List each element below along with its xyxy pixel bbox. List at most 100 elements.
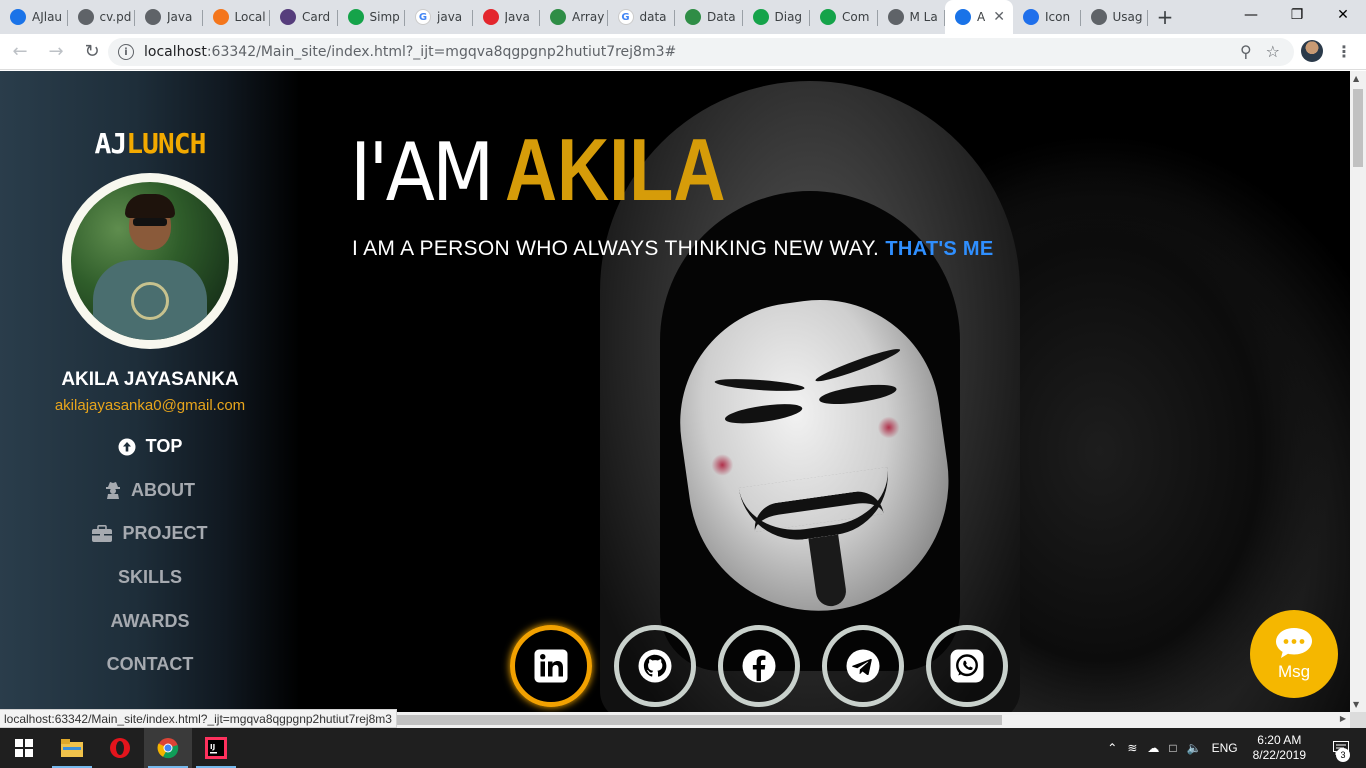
tab-label: Card xyxy=(302,10,331,24)
restore-icon[interactable]: ❐ xyxy=(1274,0,1320,30)
briefcase-icon xyxy=(92,525,113,543)
facebook-icon xyxy=(742,649,776,683)
battery-icon[interactable]: □ xyxy=(1169,741,1176,755)
nav-item-project[interactable]: PROJECT xyxy=(0,512,300,556)
browser-tab[interactable]: M La xyxy=(878,0,946,34)
status-url-bubble: localhost:63342/Main_site/index.html?_ij… xyxy=(0,709,397,728)
browser-tab[interactable]: Simp xyxy=(338,0,406,34)
action-center-icon[interactable]: 3 xyxy=(1321,728,1361,768)
whatsapp-button[interactable] xyxy=(926,625,1008,707)
browser-tab[interactable]: Local xyxy=(203,0,271,34)
language-indicator[interactable]: ENG xyxy=(1212,741,1238,755)
browser-tab[interactable]: Card xyxy=(270,0,338,34)
clock[interactable]: 6:20 AM 8/22/2019 xyxy=(1253,733,1306,763)
github-button[interactable] xyxy=(614,625,696,707)
bootstrap-icon xyxy=(280,9,296,25)
profile-avatar[interactable] xyxy=(1301,40,1323,62)
tab-label: AJlau xyxy=(32,10,63,24)
forward-icon[interactable]: → xyxy=(40,36,72,68)
google-icon: G xyxy=(415,9,431,25)
tab-label: Icon xyxy=(1045,10,1071,24)
url-path: :63342/Main_site/index.html?_ijt=mgqva8q… xyxy=(206,44,677,60)
zoom-icon[interactable]: ⚲ xyxy=(1240,42,1252,61)
nav-label: SKILLS xyxy=(117,567,182,588)
linkedin-button[interactable] xyxy=(510,625,592,707)
minimize-icon[interactable]: — xyxy=(1228,0,1274,30)
browser-tab[interactable]: cv.pd xyxy=(68,0,136,34)
browser-tab[interactable]: Gjava xyxy=(405,0,473,34)
scroll-right-icon[interactable]: ▶ xyxy=(1340,714,1346,723)
svg-text:IJ: IJ xyxy=(210,743,215,751)
profile-email[interactable]: akilajayasanka0@gmail.com xyxy=(0,397,300,414)
browser-tab[interactable]: Com xyxy=(810,0,878,34)
file-explorer-icon[interactable] xyxy=(48,728,96,768)
back-icon[interactable]: ← xyxy=(4,36,36,68)
vertical-scrollbar[interactable]: ▲ ▼ xyxy=(1350,71,1366,712)
user-secret-icon xyxy=(105,481,121,500)
nav-item-contact[interactable]: CONTACT xyxy=(0,643,300,687)
browser-tab[interactable]: Icon xyxy=(1013,0,1081,34)
hero-prefix: I'AM xyxy=(350,126,494,219)
facebook-button[interactable] xyxy=(718,625,800,707)
address-bar[interactable]: i localhost:63342/Main_site/index.html?_… xyxy=(108,38,1294,66)
system-tray: ⌃ ≋ ☁ □ 🔈 ENG 6:20 AM 8/22/2019 3 xyxy=(1102,728,1366,768)
nav-item-awards[interactable]: AWARDS xyxy=(0,599,300,643)
gfg-icon xyxy=(685,9,701,25)
browser-tab[interactable]: Gdata xyxy=(608,0,676,34)
window-controls: — ❐ ✕ xyxy=(1228,0,1366,30)
flag-icon xyxy=(1023,9,1039,25)
menu-icon[interactable]: ⋮ xyxy=(1336,42,1352,61)
tab-label: cv.pd xyxy=(99,10,132,24)
close-window-icon[interactable]: ✕ xyxy=(1320,0,1366,30)
browser-tab[interactable]: AJlau xyxy=(0,0,68,34)
linkedin-icon xyxy=(534,649,568,683)
hero-name: AKILA xyxy=(505,120,726,219)
info-icon[interactable]: i xyxy=(118,44,134,60)
bookmark-star-icon[interactable]: ☆ xyxy=(1266,42,1280,61)
tab-label: Data xyxy=(707,10,736,24)
chevron-up-icon[interactable]: ⌃ xyxy=(1107,741,1117,755)
reload-icon[interactable]: ↻ xyxy=(76,36,108,68)
nav-label: PROJECT xyxy=(122,523,208,544)
browser-tab[interactable]: Array xyxy=(540,0,608,34)
h-icon xyxy=(752,9,769,25)
browser-tab[interactable]: A ✕ xyxy=(945,0,1013,34)
nav-item-top[interactable]: TOP xyxy=(0,425,300,469)
vertical-scroll-thumb[interactable] xyxy=(1353,89,1363,167)
nav-label: CONTACT xyxy=(106,654,194,675)
opera-icon[interactable] xyxy=(96,728,144,768)
wifi-icon[interactable]: ≋ xyxy=(1127,741,1137,755)
telegram-button[interactable] xyxy=(822,625,904,707)
new-tab-button[interactable]: + xyxy=(1148,0,1182,34)
notification-count: 3 xyxy=(1336,748,1350,762)
clock-date: 8/22/2019 xyxy=(1252,748,1306,762)
browser-tab[interactable]: Java xyxy=(135,0,203,34)
browser-tab[interactable]: Java xyxy=(473,0,541,34)
whatsapp-icon xyxy=(950,649,984,683)
message-chat-button[interactable]: Msg xyxy=(1250,610,1338,698)
arrow-up-circle-icon xyxy=(118,438,136,456)
browser-tab[interactable]: Diag xyxy=(743,0,811,34)
tagline-text: I AM A PERSON WHO ALWAYS THINKING NEW WA… xyxy=(352,237,880,260)
globe-icon xyxy=(145,9,161,25)
close-tab-icon[interactable]: ✕ xyxy=(993,9,1005,25)
nav-item-skills[interactable]: SKILLS xyxy=(0,556,300,600)
nav-item-about[interactable]: ABOUT xyxy=(0,469,300,513)
telegram-icon xyxy=(846,649,880,683)
browser-tab[interactable]: Data xyxy=(675,0,743,34)
horizontal-scroll-thumb[interactable] xyxy=(390,715,1002,725)
site-logo[interactable]: AJLUNCH xyxy=(0,127,300,160)
volume-icon[interactable]: 🔈 xyxy=(1187,741,1202,755)
browser-tab[interactable]: Usag xyxy=(1081,0,1149,34)
scroll-up-icon[interactable]: ▲ xyxy=(1353,74,1359,83)
scroll-down-icon[interactable]: ▼ xyxy=(1353,700,1359,709)
nav-label: AWARDS xyxy=(110,610,190,631)
sidebar-nav: TOP ABOUT PROJECT SKILLS AWARDS CONTACT xyxy=(0,425,300,687)
chrome-icon[interactable] xyxy=(144,728,192,768)
tab-strip: AJlau cv.pd Java Local Card Simp Gjava Java Arra… xyxy=(0,0,1366,34)
windows-start-icon[interactable] xyxy=(0,728,48,768)
onedrive-icon[interactable]: ☁ xyxy=(1147,741,1159,755)
intellij-icon[interactable]: IJ xyxy=(192,728,240,768)
browser-toolbar: ← → ↻ i localhost:63342/Main_site/index.… xyxy=(0,34,1366,70)
profile-photo xyxy=(62,173,238,349)
